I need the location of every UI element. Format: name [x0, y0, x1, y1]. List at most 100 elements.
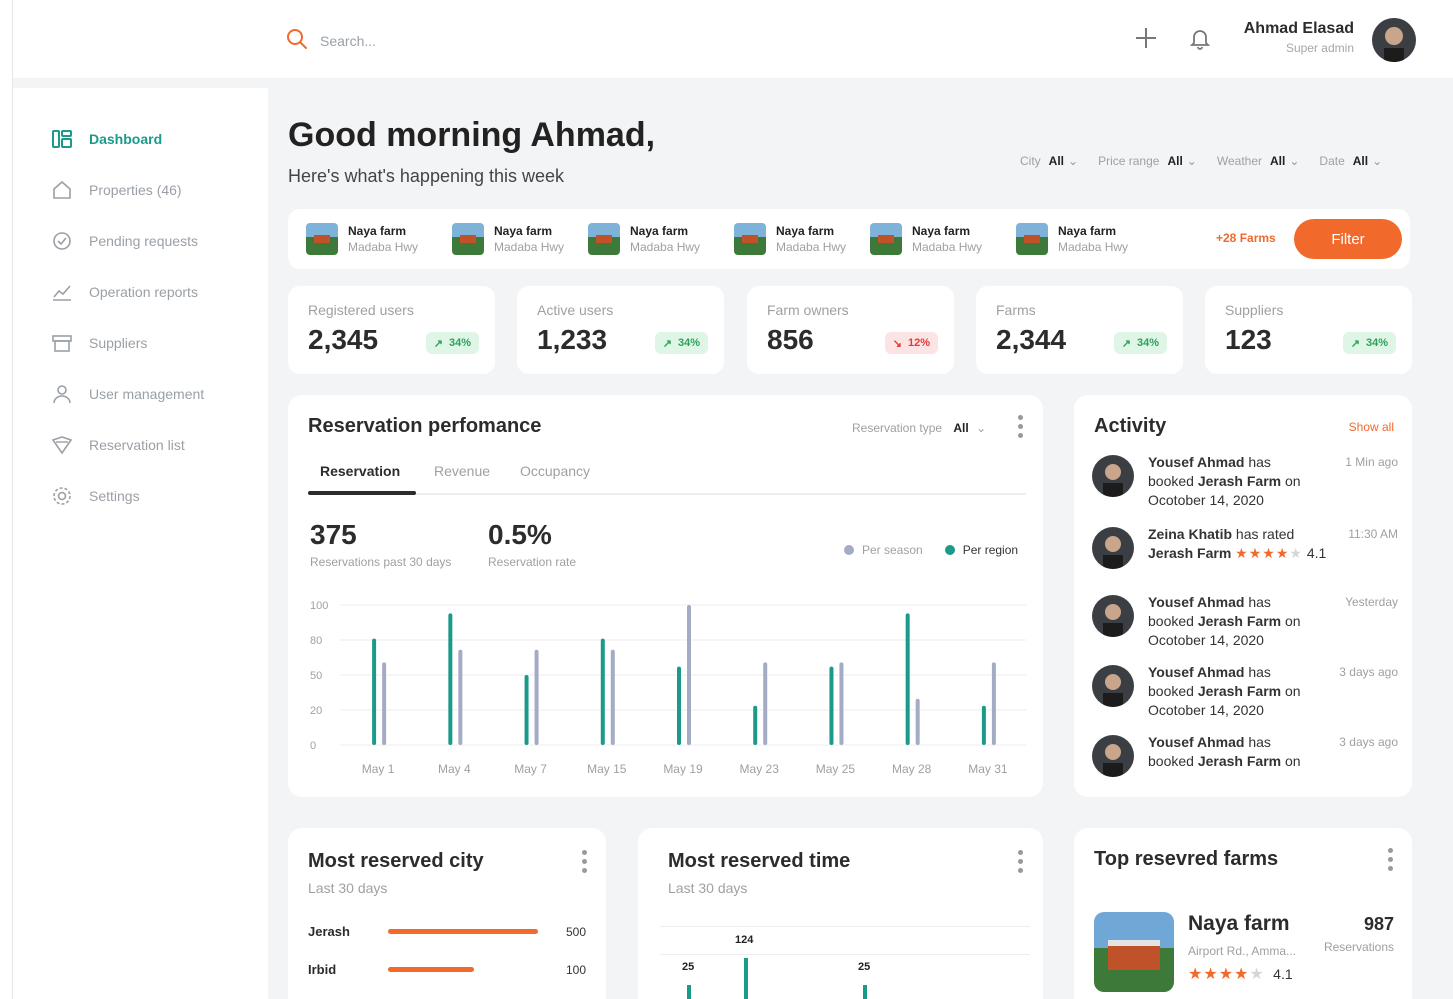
sidebar-item-pending-requests[interactable]: Pending requests	[51, 230, 198, 252]
x-tick-label: May 25	[816, 762, 856, 776]
stat-label: Suppliers	[1225, 302, 1284, 318]
activity-text: Zeina Khatib has rated Jerash Farm ★★★★★…	[1148, 525, 1348, 563]
sidebar-item-reservation-list[interactable]: Reservation list	[51, 434, 185, 456]
farm-name[interactable]: Naya farm	[1188, 912, 1290, 936]
farm-name: Naya farm	[912, 224, 971, 238]
activity-verb: has	[1244, 664, 1271, 680]
archive-icon	[52, 335, 72, 352]
bar-per-region[interactable]	[981, 705, 986, 745]
bar-per-region[interactable]	[677, 666, 681, 745]
reservation-type-select[interactable]: Reservation type All ⌄	[852, 421, 986, 435]
x-tick-label: May 31	[968, 762, 1008, 776]
arrow-down-right-icon: ↘	[892, 337, 902, 350]
filter-price-range[interactable]: Price range All ⌄	[1098, 154, 1197, 168]
bar-per-region[interactable]	[753, 705, 758, 745]
farm-name: Naya farm	[630, 224, 689, 238]
more-farms-link[interactable]: +28 Farms	[1216, 231, 1276, 245]
sidebar-item-settings[interactable]: Settings	[51, 485, 140, 507]
stat-value: 123	[1225, 324, 1272, 355]
bar-per-region[interactable]	[448, 613, 453, 745]
tab-occupancy[interactable]: Occupancy	[520, 463, 590, 479]
bar-per-region[interactable]	[829, 666, 834, 745]
bar-per-season[interactable]	[915, 698, 920, 745]
sidebar-item-label: Suppliers	[89, 335, 148, 351]
farm-chip[interactable]: Naya farm Madaba Hwy	[734, 223, 846, 255]
farm-image[interactable]	[1094, 912, 1174, 992]
check-circle-icon	[53, 232, 71, 250]
arrow-up-right-icon: ↗	[1350, 337, 1360, 350]
tag-icon	[51, 436, 73, 455]
kpi-value: 0.5%	[488, 519, 552, 550]
farm-name: Naya farm	[348, 224, 407, 238]
bar-per-season[interactable]	[382, 662, 387, 745]
page-subtitle: Here's what's happening this week	[288, 166, 565, 186]
sidebar-item-user-management[interactable]: User management	[51, 383, 204, 405]
more-options-icon[interactable]	[1388, 848, 1394, 871]
filter-button[interactable]: Filter	[1294, 219, 1402, 259]
sidebar-item-properties[interactable]: Properties (46)	[51, 179, 182, 201]
bar-per-season[interactable]	[610, 649, 615, 745]
bar-per-region[interactable]	[600, 638, 605, 745]
stat-card-farm-owners: Farm owners 856 ↘ 12%	[747, 286, 954, 374]
card-title: Top resevred farms	[1094, 848, 1279, 870]
bell-icon[interactable]	[1188, 26, 1212, 55]
avatar[interactable]	[1372, 18, 1416, 62]
search-box[interactable]: Search...	[286, 28, 376, 53]
bar-per-region[interactable]	[372, 638, 377, 745]
sidebar-item-operation-reports[interactable]: Operation reports	[51, 281, 198, 303]
more-options-icon[interactable]	[582, 850, 588, 873]
sidebar-item-label: Dashboard	[89, 131, 163, 147]
tab-revenue[interactable]: Revenue	[434, 463, 490, 479]
city-bar	[388, 929, 538, 934]
bar-per-region[interactable]	[905, 613, 910, 745]
bar-per-season[interactable]	[534, 649, 539, 745]
legend-swatch	[944, 545, 955, 555]
city-row: Jerash 500	[308, 924, 586, 939]
bar-per-season[interactable]	[687, 605, 691, 745]
bar-per-region[interactable]	[524, 675, 529, 745]
search-icon[interactable]	[286, 28, 308, 53]
stat-card-active-users: Active users 1,233 ↗ 34%	[517, 286, 724, 374]
bar-per-season[interactable]	[991, 662, 996, 745]
bar-per-season[interactable]	[763, 662, 768, 745]
farm-chip[interactable]: Naya farm Madaba Hwy	[452, 223, 564, 255]
chevron-down-icon: ⌄	[1289, 154, 1300, 168]
stat-label: Registered users	[308, 302, 414, 318]
add-icon[interactable]	[1134, 26, 1158, 55]
bar-per-season[interactable]	[458, 649, 463, 745]
actor-name: Yousef Ahmad	[1148, 454, 1245, 470]
activity-text: Yousef Ahmad has booked Jerash Farm on	[1148, 733, 1338, 771]
legend-label: Per season	[862, 543, 923, 557]
sidebar-item-dashboard[interactable]: Dashboard	[51, 128, 162, 150]
bar-per-season[interactable]	[839, 662, 844, 745]
show-all-link[interactable]: Show all	[1349, 420, 1394, 434]
activity-card: Activity Show all Yousef Ahmad has booke…	[1074, 395, 1412, 797]
user-name: Ahmad Elasad	[1243, 20, 1354, 37]
activity-time: Yesterday	[1345, 595, 1398, 609]
reservation-count-label: Reservations	[1323, 940, 1394, 954]
farm-chip[interactable]: Naya farm Madaba Hwy	[1016, 223, 1128, 255]
farm-chip[interactable]: Naya farm Madaba Hwy	[870, 223, 982, 255]
tab-bar: Reservation Revenue Occupancy	[308, 455, 1026, 495]
actor-name: Yousef Ahmad	[1148, 664, 1245, 680]
more-options-icon[interactable]	[1018, 850, 1024, 873]
legend-item-per-region[interactable]: Per region	[944, 543, 1018, 557]
more-options-icon[interactable]	[1018, 415, 1024, 438]
filter-weather[interactable]: Weather All ⌄	[1217, 154, 1300, 168]
user-info[interactable]: Ahmad Elasad Super admin	[1230, 20, 1354, 55]
activity-time: 11:30 AM	[1348, 527, 1398, 541]
time-bar	[744, 958, 748, 999]
home-icon	[53, 180, 71, 199]
activity-text: Yousef Ahmad has booked Jerash Farm on O…	[1148, 663, 1338, 720]
search-input[interactable]: Search...	[320, 33, 376, 49]
chevron-down-icon: ⌄	[976, 421, 987, 435]
filter-date[interactable]: Date All ⌄	[1319, 154, 1382, 168]
legend-item-per-season[interactable]: Per season	[844, 543, 923, 557]
city-value: 100	[566, 962, 587, 977]
tab-reservation[interactable]: Reservation	[320, 463, 400, 479]
farm-chip[interactable]: Naya farm Madaba Hwy	[306, 223, 418, 255]
activity-verb: has	[1244, 734, 1271, 750]
sidebar-item-suppliers[interactable]: Suppliers	[51, 332, 147, 354]
filter-city[interactable]: City All ⌄	[1020, 154, 1078, 168]
farm-chip[interactable]: Naya farm Madaba Hwy	[588, 223, 700, 255]
